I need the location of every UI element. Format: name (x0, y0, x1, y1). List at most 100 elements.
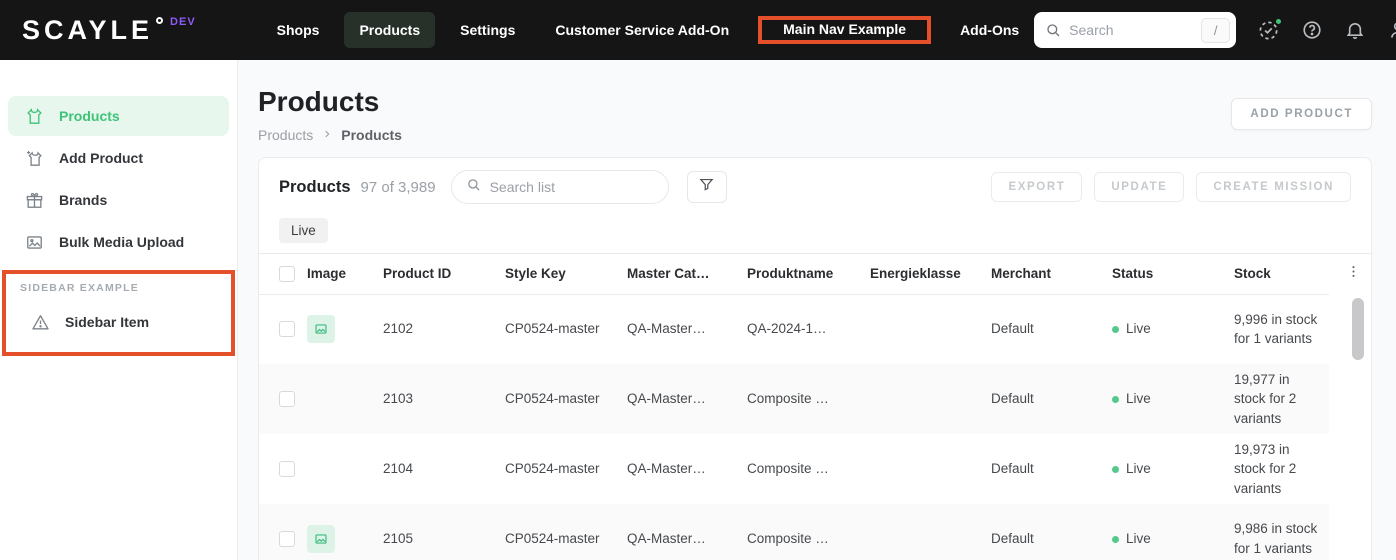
topbar: SCAYLE DEV Shops Products Settings Customer… (0, 0, 1396, 60)
row-checkbox[interactable] (279, 321, 295, 338)
sidebar-item-label: Brands (59, 192, 108, 208)
update-button[interactable]: UPDATE (1094, 172, 1185, 202)
logo-ring-icon (156, 17, 164, 24)
account-menu[interactable] (1387, 19, 1396, 41)
stock-cell: 9,986 in stock for 1 variants (1234, 504, 1329, 560)
help-icon[interactable] (1301, 19, 1323, 41)
add-product-button[interactable]: ADD PRODUCT (1231, 98, 1372, 130)
table-row[interactable]: 2105 CP0524-master QA-Master… Composite … De… (259, 504, 1329, 560)
column-header-style-key[interactable]: Style Key (505, 254, 627, 295)
nav-item-settings[interactable]: Settings (445, 12, 530, 48)
global-search[interactable]: / (1034, 12, 1237, 48)
column-header-merchant[interactable]: Merchant (991, 254, 1112, 295)
list-title: Products (279, 177, 351, 196)
product-id-cell: 2104 (383, 461, 414, 477)
annotation-highlight-box: Main Nav Example (758, 16, 932, 44)
status-label: Live (1126, 321, 1151, 337)
sidebar-item-bulk-media-upload[interactable]: Bulk Media Upload (8, 222, 229, 262)
account-icon (1387, 19, 1396, 41)
master-category-cell: QA-Master… (627, 364, 747, 434)
style-key-cell: CP0524-master (505, 504, 627, 560)
row-checkbox-cell (259, 294, 307, 364)
image-cell (307, 364, 383, 434)
energy-class-cell (870, 364, 991, 434)
select-all-checkbox[interactable] (279, 265, 295, 282)
column-header-stock[interactable]: Stock (1234, 254, 1329, 295)
product-name-cell: QA-2024-1… (747, 321, 827, 337)
scayle-logo[interactable]: SCAYLE DEV (22, 15, 196, 45)
master-category-cell: QA-Master… (627, 321, 706, 337)
status-dot-icon (1112, 465, 1119, 473)
column-settings-kebab-icon[interactable] (1346, 264, 1361, 284)
table-row[interactable]: 2103 CP0524-master QA-Master… Composite … De… (259, 364, 1329, 434)
product-id-cell: 2103 (383, 364, 505, 434)
sidebar: Products Add Product Brands Bulk Media Uplo… (0, 60, 238, 560)
warning-triangle-icon (31, 313, 50, 332)
logo-text: SCAYLE (22, 15, 154, 45)
table-row[interactable]: 2104 CP0524-master QA-Master… Composite … De… (259, 434, 1329, 504)
header-checkbox-cell (259, 254, 307, 295)
row-checkbox[interactable] (279, 391, 295, 407)
merchant-cell: Default (991, 461, 1034, 477)
status-dot-icon (1112, 325, 1119, 333)
funnel-icon (698, 176, 715, 198)
notifications-icon[interactable] (1344, 19, 1366, 41)
energy-class-cell (870, 434, 991, 504)
column-header-image[interactable]: Image (307, 254, 383, 295)
filter-chip-row: Live (259, 214, 1371, 254)
export-button[interactable]: EXPORT (991, 172, 1083, 202)
style-key-cell: CP0524-master (505, 364, 627, 434)
column-header-energieklasse[interactable]: Energieklasse (870, 254, 991, 295)
row-checkbox[interactable] (279, 461, 295, 477)
sidebar-item-products[interactable]: Products (8, 96, 229, 136)
image-cell (307, 294, 383, 364)
master-category-cell: QA-Master… (627, 461, 706, 477)
filter-button[interactable] (686, 171, 727, 203)
live-filter-chip[interactable]: Live (279, 218, 328, 243)
style-key-cell: CP0524-master (505, 461, 600, 477)
column-header-master-cat-[interactable]: Master Cat… (627, 254, 747, 295)
nav-item-customer-service-add-on[interactable]: Customer Service Add-On (540, 12, 744, 48)
main-content: Products Products Products ADD PRODUCT P… (238, 60, 1396, 560)
product-id-cell: 2105 (383, 504, 505, 560)
nav-item-shops[interactable]: Shops (262, 12, 335, 48)
product-id-cell: 2102 (383, 321, 414, 337)
table-scrollbar-thumb[interactable] (1352, 298, 1364, 360)
energy-class-cell (870, 294, 991, 364)
merchant-cell: Default (991, 321, 1034, 337)
sidebar-item-label: Products (59, 108, 120, 124)
sidebar-item-sidebar-item[interactable]: Sidebar Item (14, 302, 223, 342)
table-scrollbar[interactable] (1352, 298, 1364, 560)
nav-item-products[interactable]: Products (344, 12, 436, 48)
topbar-right: / (1034, 12, 1396, 48)
create-mission-button[interactable]: CREATE MISSION (1196, 172, 1351, 202)
status-icon[interactable] (1257, 16, 1284, 42)
search-shortcut-badge: / (1201, 17, 1231, 43)
merchant-cell: Default (991, 504, 1112, 560)
list-search-input[interactable] (489, 179, 654, 195)
column-header-product-id[interactable]: Product ID (383, 254, 505, 295)
status-cell: Live (1112, 504, 1234, 560)
sidebar-item-brands[interactable]: Brands (8, 180, 229, 220)
master-category-cell: QA-Master… (627, 504, 747, 560)
product-name-cell: Composite … (747, 461, 829, 477)
row-checkbox[interactable] (279, 531, 295, 547)
list-count: 97 of 3,989 (360, 178, 436, 196)
sidebar-item-add-product[interactable]: Add Product (8, 138, 229, 178)
breadcrumb-item[interactable]: Products (258, 127, 313, 143)
status-badge: Live (1112, 529, 1226, 549)
products-list-card: Products 97 of 3,989 EXPORT UPDATE CREATE … (258, 157, 1372, 560)
nav-item-main-nav-example[interactable]: Main Nav Example (768, 11, 921, 47)
status-cell: Live (1112, 434, 1234, 504)
list-search[interactable] (450, 170, 669, 204)
status-label: Live (1126, 461, 1151, 477)
column-header-status[interactable]: Status (1112, 254, 1234, 295)
tshirt-icon (25, 107, 44, 126)
table-row[interactable]: 2102 CP0524-master QA-Master… QA-2024-1… Def… (259, 294, 1329, 364)
column-header-produktname[interactable]: Produktname (747, 254, 870, 295)
global-search-input[interactable] (1069, 22, 1194, 38)
row-checkbox-cell (259, 364, 307, 434)
style-key-cell: CP0524-master (505, 321, 600, 337)
nav-item-add-ons[interactable]: Add-Ons (945, 12, 1034, 48)
stock-cell: 9,996 in stock for 1 variants (1234, 311, 1318, 347)
